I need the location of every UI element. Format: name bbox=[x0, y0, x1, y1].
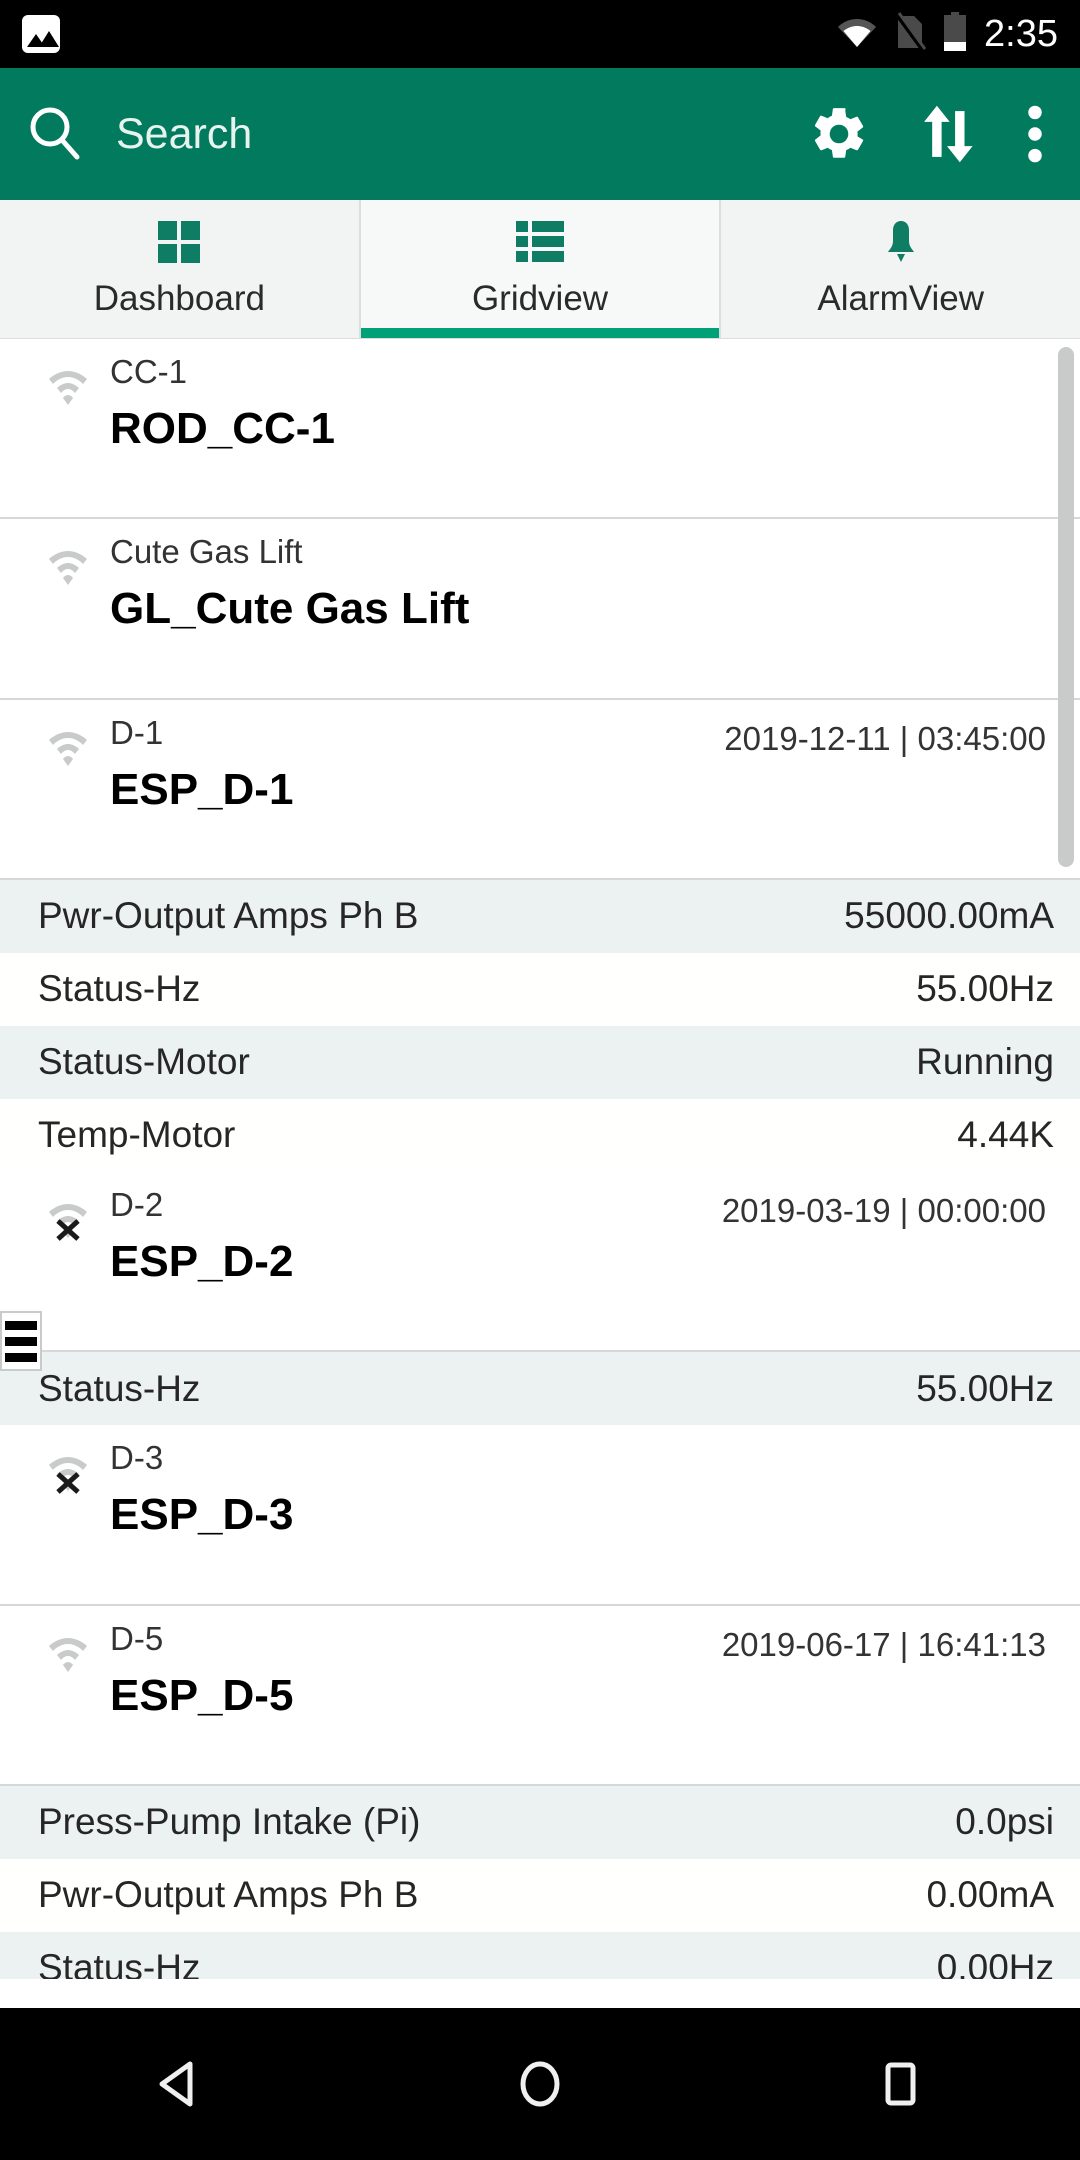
device-id: D-3 bbox=[110, 1439, 164, 1477]
status-bar-notifications bbox=[22, 15, 60, 53]
list-icon bbox=[515, 219, 565, 265]
device-row[interactable]: D-3 ESP_D-3 bbox=[0, 1425, 1080, 1606]
device-row[interactable]: D-1 ESP_D-1 2019-12-11 | 03:45:00 bbox=[0, 699, 1080, 880]
metric-value: 0.00mA bbox=[926, 1874, 1054, 1916]
settings-gear-icon[interactable] bbox=[808, 103, 870, 165]
device-name: ESP_D-1 bbox=[110, 764, 294, 814]
search-icon[interactable] bbox=[24, 103, 86, 165]
device-name: ESP_D-5 bbox=[110, 1670, 294, 1720]
metric-value: 55.00Hz bbox=[916, 968, 1054, 1010]
status-bar-system-icons: 2:35 bbox=[836, 11, 1058, 57]
metric-value: 0.00Hz bbox=[936, 1947, 1054, 1979]
device-row[interactable]: D-5 ESP_D-5 2019-06-17 | 16:41:13 bbox=[0, 1605, 1080, 1786]
device-timestamp: 2019-03-19 | 00:00:00 bbox=[721, 1191, 1046, 1229]
battery-icon bbox=[942, 11, 968, 57]
drag-handle-bar bbox=[5, 1336, 37, 1346]
signal-off-icon bbox=[26, 1439, 110, 1497]
signal-off-icon bbox=[26, 1186, 110, 1244]
drag-handle-bar bbox=[5, 1352, 37, 1362]
toolbar-actions bbox=[808, 103, 1052, 165]
android-nav-bar bbox=[0, 2008, 1080, 2160]
device-id: Cute Gas Lift bbox=[110, 533, 303, 571]
metric-row[interactable]: Pwr-Output Amps Ph B 0.00mA bbox=[0, 1858, 1080, 1932]
back-icon[interactable] bbox=[0, 2056, 360, 2112]
signal-icon bbox=[26, 1620, 110, 1678]
metric-label: Temp-Motor bbox=[38, 1114, 236, 1156]
device-name: ROD_CC-1 bbox=[110, 403, 335, 453]
device-row[interactable]: Cute Gas Lift GL_Cute Gas Lift bbox=[0, 519, 1080, 700]
home-icon[interactable] bbox=[360, 2056, 720, 2112]
device-id: D-2 bbox=[110, 1185, 164, 1223]
metric-label: Status-Hz bbox=[38, 1947, 201, 1979]
metric-row[interactable]: Status-Hz 55.00Hz bbox=[0, 1352, 1080, 1426]
device-timestamp bbox=[1046, 1439, 1054, 1445]
metric-label: Status-Hz bbox=[38, 1367, 201, 1409]
tab-dashboard-label: Dashboard bbox=[93, 279, 265, 318]
metric-value: Running bbox=[916, 1041, 1054, 1083]
signal-icon bbox=[26, 353, 110, 411]
metric-row[interactable]: Press-Pump Intake (Pi) 0.0psi bbox=[0, 1785, 1080, 1859]
tab-dashboard[interactable]: Dashboard bbox=[0, 200, 359, 338]
device-name: ESP_D-2 bbox=[110, 1236, 294, 1286]
metric-row[interactable]: Pwr-Output Amps Ph B 55000.00mA bbox=[0, 879, 1080, 953]
metric-label: Pwr-Output Amps Ph B bbox=[38, 895, 419, 937]
signal-icon bbox=[26, 714, 110, 772]
metric-value: 55.00Hz bbox=[916, 1367, 1054, 1409]
device-name: ESP_D-3 bbox=[110, 1490, 294, 1540]
device-row-spacer bbox=[26, 1720, 1054, 1762]
status-bar-clock: 2:35 bbox=[984, 12, 1058, 55]
search-bar[interactable]: Search bbox=[24, 103, 808, 165]
device-timestamp bbox=[1046, 353, 1054, 359]
device-row-spacer bbox=[26, 814, 1054, 856]
device-list-viewport[interactable]: CC-1 ROD_CC-1 Cute Gas Lift GL_Cute Gas Lif… bbox=[0, 339, 1080, 1979]
grid-icon bbox=[156, 219, 202, 265]
metric-label: Pwr-Output Amps Ph B bbox=[38, 1874, 419, 1916]
screenshot-icon bbox=[22, 15, 60, 53]
device-row-spacer bbox=[26, 1286, 1054, 1328]
device-row-spacer bbox=[26, 634, 1054, 676]
tab-alarmview-label: AlarmView bbox=[817, 279, 984, 318]
tab-gridview[interactable]: Gridview bbox=[358, 200, 722, 338]
no-sim-icon bbox=[894, 11, 927, 57]
metric-row[interactable]: Temp-Motor 4.44K bbox=[0, 1098, 1080, 1172]
signal-icon bbox=[26, 533, 110, 591]
device-timestamp: 2019-06-17 | 16:41:13 bbox=[721, 1625, 1046, 1663]
device-timestamp: 2019-12-11 | 03:45:00 bbox=[724, 719, 1046, 757]
metric-label: Status-Hz bbox=[38, 968, 201, 1010]
bell-icon bbox=[879, 219, 923, 265]
sort-updown-icon[interactable] bbox=[918, 103, 976, 165]
row-drag-handle[interactable] bbox=[0, 1311, 42, 1371]
status-bar: 2:35 bbox=[0, 0, 1080, 68]
device-row-spacer bbox=[26, 1540, 1054, 1582]
wifi-icon bbox=[836, 15, 878, 54]
metric-row[interactable]: Status-Hz 55.00Hz bbox=[0, 952, 1080, 1026]
tab-bar: Dashboard Gridview AlarmView bbox=[0, 200, 1080, 339]
metric-row[interactable]: Status-Hz 0.00Hz bbox=[0, 1931, 1080, 1979]
device-timestamp bbox=[1046, 533, 1054, 539]
metric-value: 4.44K bbox=[957, 1114, 1054, 1156]
device-id: CC-1 bbox=[110, 353, 188, 390]
recents-icon[interactable] bbox=[720, 2056, 1080, 2112]
device-row[interactable]: D-2 ESP_D-2 2019-03-19 | 00:00:00 bbox=[0, 1171, 1080, 1353]
device-id: D-5 bbox=[110, 1619, 164, 1657]
app-toolbar: Search bbox=[0, 68, 1080, 200]
metric-value: 0.0psi bbox=[955, 1801, 1054, 1843]
metric-label: Press-Pump Intake (Pi) bbox=[38, 1801, 421, 1843]
search-input[interactable]: Search bbox=[116, 110, 252, 159]
metric-value: 55000.00mA bbox=[844, 895, 1054, 937]
device-list: CC-1 ROD_CC-1 Cute Gas Lift GL_Cute Gas Lif… bbox=[0, 339, 1080, 1979]
device-name: GL_Cute Gas Lift bbox=[110, 584, 470, 634]
tab-alarmview[interactable]: AlarmView bbox=[721, 200, 1080, 338]
device-row-spacer bbox=[26, 453, 1054, 495]
tab-gridview-label: Gridview bbox=[471, 279, 609, 318]
list-scrollbar[interactable] bbox=[1058, 347, 1074, 867]
metric-row[interactable]: Status-Motor Running bbox=[0, 1025, 1080, 1099]
overflow-menu-icon[interactable] bbox=[1024, 103, 1046, 165]
device-row[interactable]: CC-1 ROD_CC-1 bbox=[0, 339, 1080, 520]
drag-handle-bar bbox=[5, 1320, 37, 1330]
metric-label: Status-Motor bbox=[38, 1041, 250, 1083]
tab-selected-indicator bbox=[360, 328, 720, 338]
device-id: D-1 bbox=[110, 713, 164, 751]
